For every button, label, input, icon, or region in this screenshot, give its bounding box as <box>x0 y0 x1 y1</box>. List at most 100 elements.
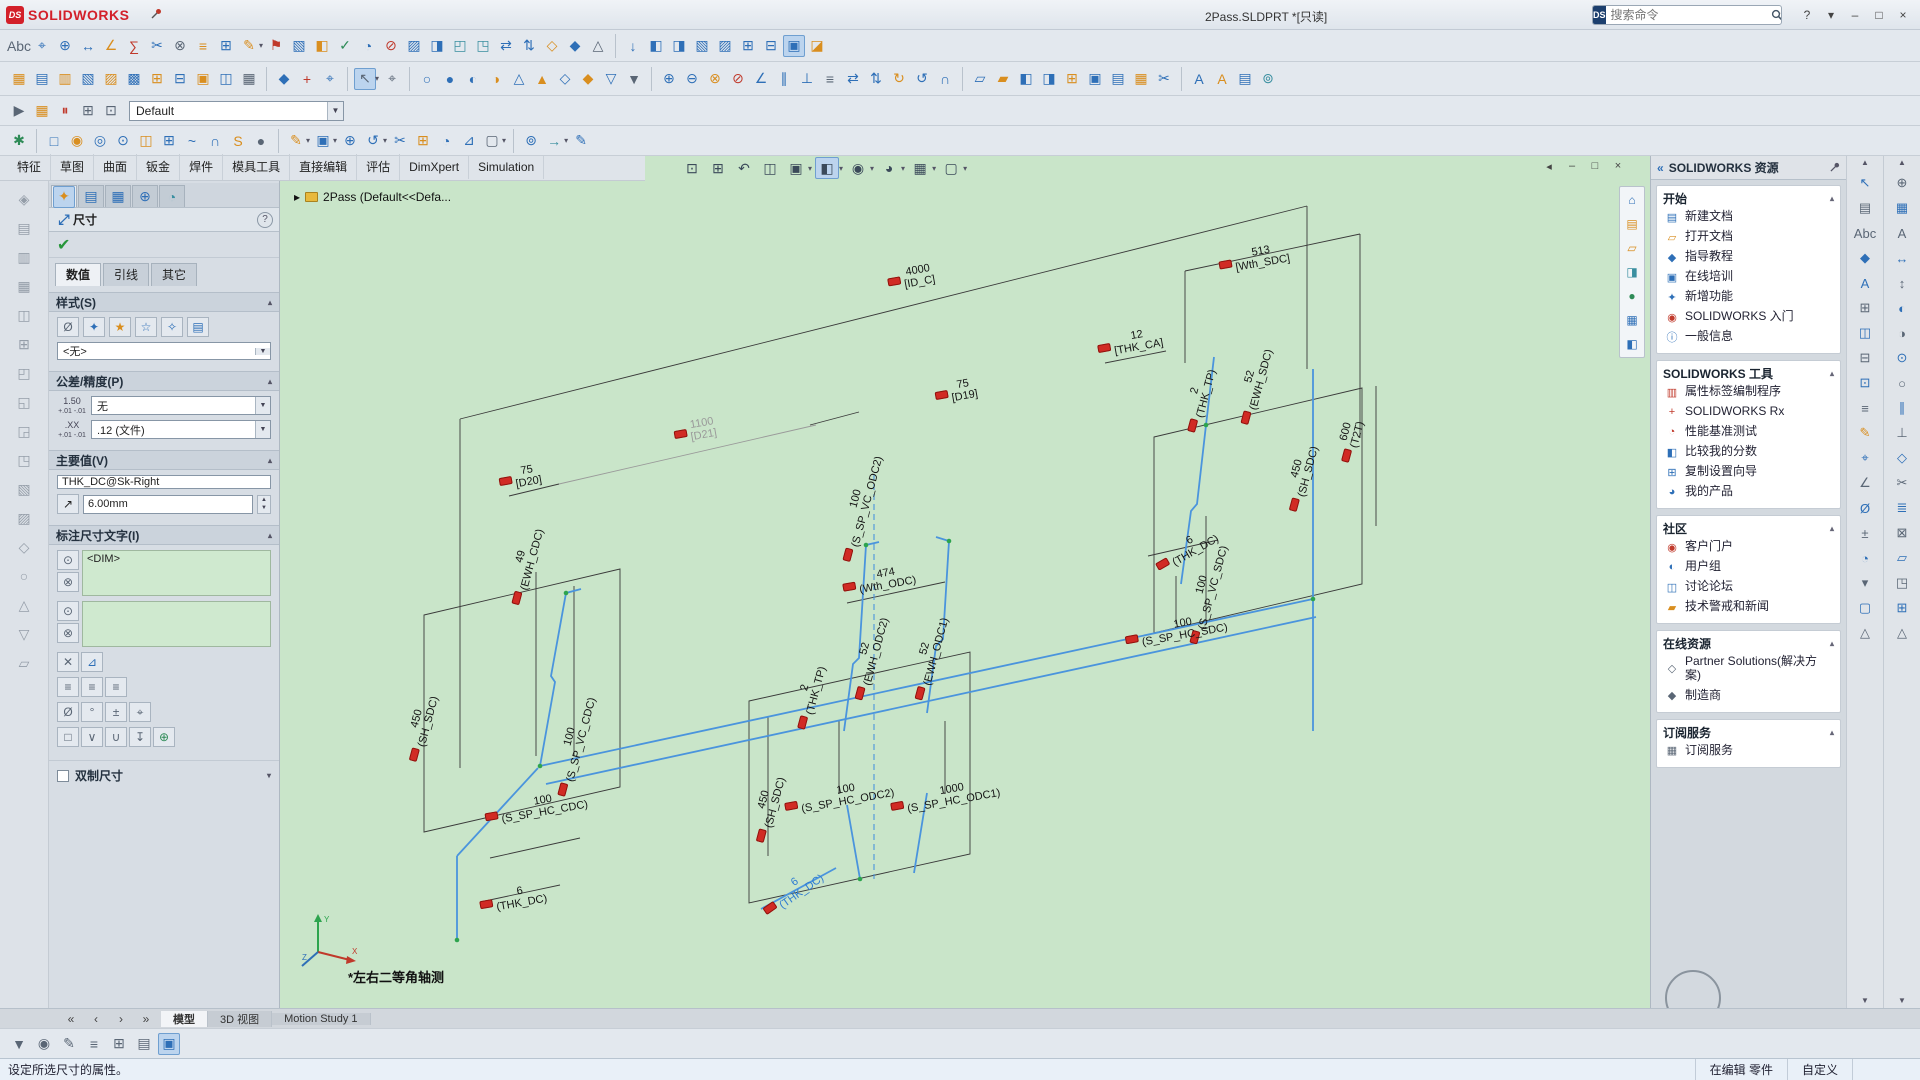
style-none-icon[interactable]: Ø <box>57 317 79 337</box>
dimension-text-section-header[interactable]: 标注尺寸文字(I)▴ <box>49 525 279 545</box>
task-pane-link[interactable]: ▦订阅服务 <box>1663 741 1834 761</box>
rel-icon-11[interactable]: ↻ <box>888 68 910 90</box>
r1-icon-1[interactable]: ↖ <box>1854 173 1876 193</box>
precision-dropdown[interactable]: .12 (文件)▼ <box>91 420 271 439</box>
rel-icon-13[interactable]: ∩ <box>934 68 956 90</box>
sk-icon-6[interactable]: ⊞ <box>158 130 180 152</box>
tri-icon-3[interactable]: ▽ <box>600 68 622 90</box>
r2-icon-14[interactable]: ≣ <box>1891 498 1913 518</box>
document-tab-Motion Study 1[interactable]: Motion Study 1 <box>272 1013 370 1025</box>
frame-icon-3[interactable]: ▢ <box>481 130 503 152</box>
search-chevron-icon[interactable]: ▾ <box>1781 10 1782 19</box>
rel-icon-8[interactable]: ≡ <box>819 68 841 90</box>
tab-曲面[interactable]: 曲面 <box>94 154 137 180</box>
arc-icon-1[interactable]: ◐ <box>462 68 484 90</box>
sk-icon-5[interactable]: ◫ <box>135 130 157 152</box>
r2-icon-19[interactable]: △ <box>1891 623 1913 643</box>
lasso-icon[interactable]: ⌖ <box>381 68 403 90</box>
balloon-icon[interactable]: ⊚ <box>1257 68 1279 90</box>
r2-icon-11[interactable]: ⊥ <box>1891 423 1913 443</box>
r2-icon-18[interactable]: ⊞ <box>1891 598 1913 618</box>
r1-icon-12[interactable]: ⌖ <box>1854 448 1876 468</box>
rel-icon-9[interactable]: ⇄ <box>842 68 864 90</box>
scene-icon[interactable]: ▦ <box>908 157 932 179</box>
degree-symbol-icon[interactable]: ° <box>81 702 103 722</box>
pm-wrench-tab-icon[interactable]: ✦ <box>51 185 77 207</box>
feature-tree-root-label[interactable]: 2Pass (Default<<Defa... <box>323 190 451 204</box>
tab-特征[interactable]: 特征 <box>8 154 51 180</box>
r1-icon-17[interactable]: ▾ <box>1854 573 1876 593</box>
r1-icon-5[interactable]: A <box>1854 273 1876 293</box>
dim-note-icon-2[interactable]: ⊗ <box>57 572 79 592</box>
document-tab-3D 视图[interactable]: 3D 视图 <box>208 1011 272 1027</box>
tool-icon-11[interactable]: △ <box>587 35 609 57</box>
side-icon-7[interactable]: ◰ <box>13 362 35 384</box>
collapse-chevron-icon[interactable]: ▴ <box>1830 728 1834 737</box>
task-pane-link[interactable]: ◆指导教程 <box>1663 247 1834 267</box>
text-icon-1[interactable]: A <box>1188 68 1210 90</box>
task-pane-link[interactable]: ⊞复制设置向导 <box>1663 462 1834 482</box>
filter-icon[interactable]: ▼ <box>8 1033 30 1055</box>
home-icon[interactable]: ⌂ <box>1622 190 1642 210</box>
angle-icon[interactable]: ∠ <box>100 35 122 57</box>
file-explorer-icon[interactable]: ▱ <box>1622 238 1642 258</box>
grid-icon-8[interactable]: ⊟ <box>169 68 191 90</box>
task-pane-link[interactable]: ▱打开文档 <box>1663 227 1834 247</box>
last-tab-icon[interactable]: » <box>135 1009 157 1029</box>
sketch-dot-icon[interactable]: ● <box>439 68 461 90</box>
zoom-area-icon[interactable]: ⊞ <box>706 157 730 179</box>
r2-icon-3[interactable]: A <box>1891 223 1913 243</box>
dropdown-chevron-icon[interactable]: ▾ <box>932 164 936 173</box>
value-tab-数值[interactable]: 数值 <box>55 263 101 286</box>
forum-icon[interactable]: ◧ <box>1622 334 1642 354</box>
dim-note-icon-3[interactable]: ⊙ <box>57 601 79 621</box>
dim-angle-icon[interactable]: ⊿ <box>81 652 103 672</box>
rect-tool-icon[interactable]: ▣ <box>312 130 334 152</box>
r1-icon-7[interactable]: ◫ <box>1854 323 1876 343</box>
edit-appearance-icon[interactable]: ◕ <box>877 157 901 179</box>
convert-icon[interactable]: ◔ <box>435 130 457 152</box>
value-tab-引线[interactable]: 引线 <box>103 263 149 286</box>
ok-check-icon[interactable]: ✔ <box>57 235 70 255</box>
tool-icon-4[interactable]: ◨ <box>426 35 448 57</box>
r2-icon-9[interactable]: ○ <box>1891 373 1913 393</box>
rel-icon-12[interactable]: ↺ <box>911 68 933 90</box>
r2-icon-10[interactable]: ∥ <box>1891 398 1913 418</box>
style-fav1-icon[interactable]: ★ <box>109 317 131 337</box>
flag-icon[interactable]: ⚑ <box>265 35 287 57</box>
dropdown-chevron-icon[interactable]: ▾ <box>375 74 379 83</box>
dropdown-chevron-icon[interactable]: ▾ <box>963 164 967 173</box>
graphics-viewport[interactable]: ⊡⊞↶◫▣▾◧▾◉▾◕▾▦▾▢▾ ◂–□× ▸ 2Pass (Default<<… <box>280 156 1650 1008</box>
hide-show-icon[interactable]: ◉ <box>846 157 870 179</box>
tool-icon-9[interactable]: ◇ <box>541 35 563 57</box>
document-tab-模型[interactable]: 模型 <box>161 1011 208 1027</box>
collapse-chevron-icon[interactable]: ▴ <box>268 298 272 307</box>
s-icon[interactable]: S <box>227 130 249 152</box>
style-fav2-icon[interactable]: ☆ <box>135 317 157 337</box>
tree-expand-icon[interactable]: ▸ <box>294 190 300 204</box>
zoom-fit-icon[interactable]: ⊡ <box>680 157 704 179</box>
collapse-pane-icon[interactable]: « <box>1657 161 1664 175</box>
close-sketch-icon[interactable]: ⊗ <box>169 35 191 57</box>
design-library-icon[interactable]: ▤ <box>1622 214 1642 234</box>
dropdown-chevron-icon[interactable]: ▾ <box>564 136 568 145</box>
prev-tab-icon[interactable]: ‹ <box>85 1009 107 1029</box>
tool-icon-10[interactable]: ◆ <box>564 35 586 57</box>
next-tab-icon[interactable]: › <box>110 1009 132 1029</box>
view-settings-icon[interactable]: ▢ <box>939 157 963 179</box>
r1-icon-19[interactable]: △ <box>1854 623 1876 643</box>
box-minus-icon[interactable]: ⊟ <box>760 35 782 57</box>
diameter-symbol-icon[interactable]: Ø <box>57 702 79 722</box>
tool-icon-2[interactable]: ◧ <box>311 35 333 57</box>
search-input[interactable] <box>1606 8 1771 22</box>
pm-dimxpert-tab-icon[interactable]: ⊕ <box>132 185 158 207</box>
sk-icon-1[interactable]: □ <box>43 130 65 152</box>
collapse-chevron-icon[interactable]: ▴ <box>1830 369 1834 378</box>
style-load-icon[interactable]: ▤ <box>187 317 209 337</box>
poly-icon-2[interactable]: ◆ <box>577 68 599 90</box>
dimension-text-area[interactable]: <DIM> <box>82 550 271 596</box>
sk-icon-4[interactable]: ⊙ <box>112 130 134 152</box>
centerline-symbol-icon[interactable]: ⌖ <box>129 702 151 722</box>
r1-icon-18[interactable]: ▢ <box>1854 598 1876 618</box>
side-icon-3[interactable]: ▥ <box>13 246 35 268</box>
